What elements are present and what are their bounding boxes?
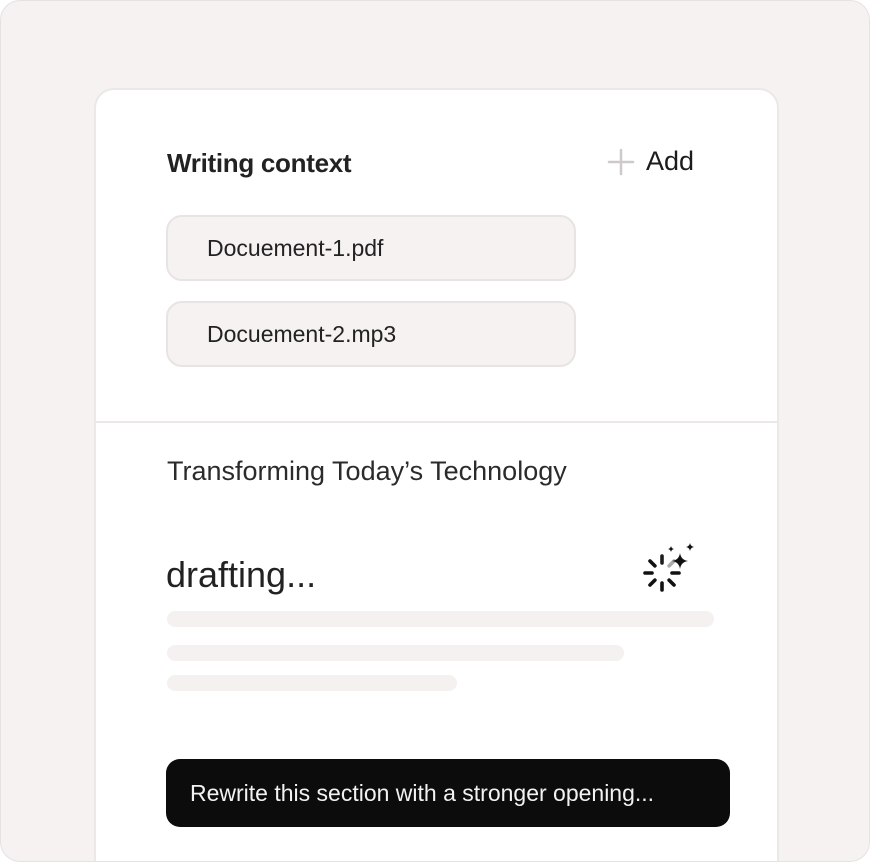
drafting-status: drafting... xyxy=(166,554,317,595)
skeleton-line xyxy=(167,645,624,661)
context-file-chip[interactable]: Docuement-1.pdf xyxy=(166,215,576,281)
writing-panel: Writing context Add Docuement-1.pdf Docu… xyxy=(94,88,779,861)
sparkle-spinner-icon xyxy=(643,543,694,592)
plus-icon xyxy=(607,148,635,175)
app-frame: Writing context Add Docuement-1.pdf Docu… xyxy=(0,0,870,862)
add-label: Add xyxy=(646,146,695,176)
add-context-button[interactable]: Add xyxy=(606,146,694,177)
skeleton-line xyxy=(167,611,714,627)
section-title: Transforming Today’s Technology xyxy=(167,456,567,486)
section-divider xyxy=(96,421,777,423)
context-file-chip[interactable]: Docuement-2.mp3 xyxy=(166,301,576,367)
skeleton-line xyxy=(167,675,457,691)
writing-context-title: Writing context xyxy=(167,148,352,178)
prompt-input[interactable]: Rewrite this section with a stronger ope… xyxy=(166,759,730,827)
